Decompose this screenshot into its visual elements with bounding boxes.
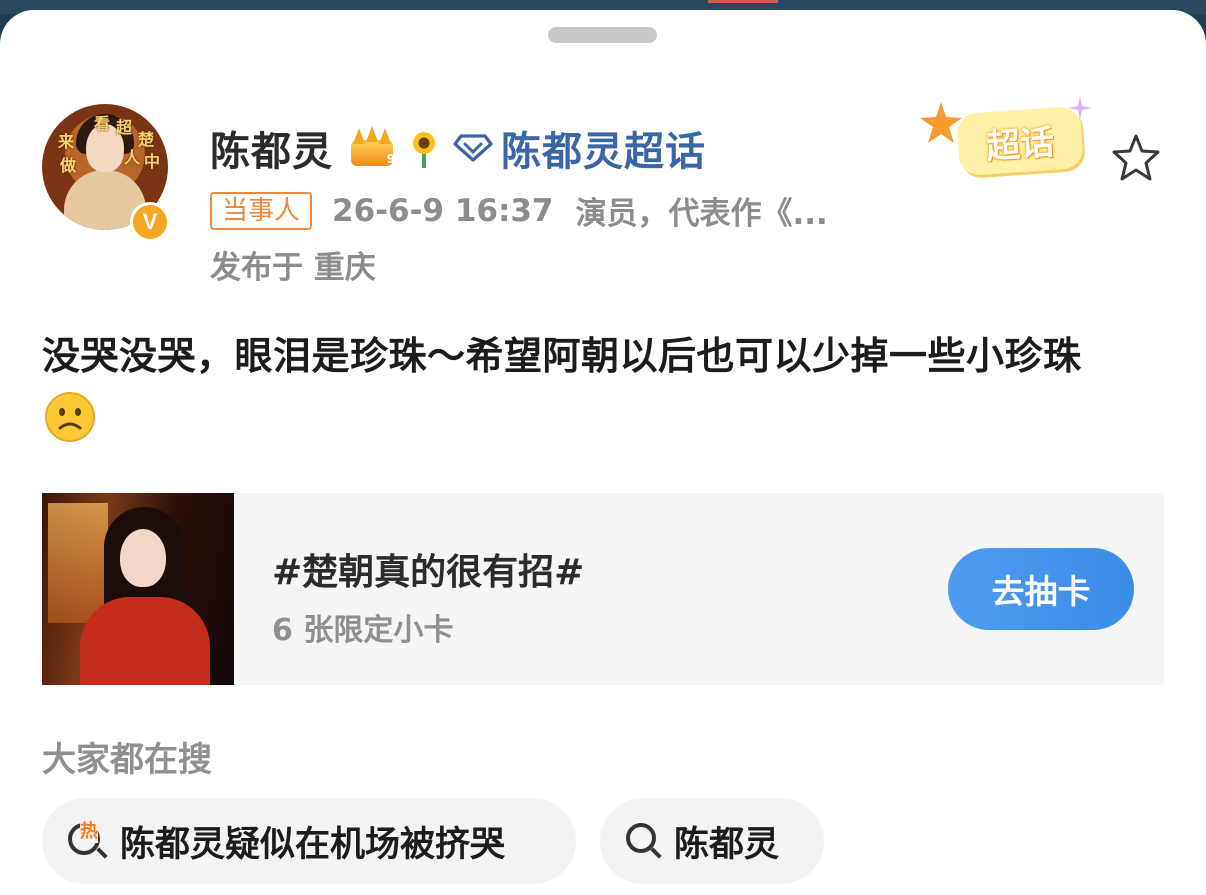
- avatar-glyph: 中: [144, 152, 161, 171]
- post-text: 没哭没哭，眼泪是珍珠～希望阿朝以后也可以少掉一些小珍珠: [42, 334, 1082, 378]
- drag-handle[interactable]: [548, 27, 657, 43]
- search-suggestion-chip[interactable]: 热 陈都灵疑似在机场被挤哭: [42, 798, 576, 884]
- supertopic-link[interactable]: 陈都灵超话: [501, 119, 706, 177]
- favorite-star-icon[interactable]: [1110, 132, 1162, 184]
- avatar-glyph: 来: [58, 132, 75, 151]
- promo-thumbnail: [42, 493, 234, 685]
- role-badge: 当事人: [210, 191, 313, 230]
- author-name-row: 陈都灵 9 陈都灵超话: [210, 118, 706, 178]
- thumbnail-face: [120, 529, 166, 587]
- avatar-glyph: 人: [124, 148, 141, 167]
- thumbnail-dress: [80, 597, 210, 685]
- draw-card-button[interactable]: 去抽卡: [948, 548, 1134, 630]
- crown-tip: [366, 126, 378, 142]
- search-icon: [624, 821, 664, 861]
- post-timestamp: 26-6-9 16:37: [332, 192, 554, 229]
- sunflower-icon[interactable]: [407, 128, 441, 168]
- promo-title: #楚朝真的很有招#: [272, 552, 585, 593]
- background-red-mark: [708, 0, 778, 3]
- author-bio[interactable]: 演员，代表作《...: [576, 188, 828, 233]
- post-location: 发布于 重庆: [210, 250, 376, 286]
- sunflower-head: [413, 132, 435, 154]
- search-handle: [650, 847, 662, 859]
- promo-card[interactable]: #楚朝真的很有招# 6 张限定小卡 去抽卡: [42, 493, 1164, 685]
- thumbnail-light: [48, 503, 108, 623]
- avatar-glyph: 看: [94, 114, 111, 133]
- search-suggestion-chip[interactable]: 陈都灵: [600, 798, 824, 884]
- crown-tip: [353, 128, 365, 144]
- frown-emoji-icon: [45, 392, 95, 442]
- suggestion-label: 陈都灵: [674, 824, 780, 865]
- suggestion-label: 陈都灵疑似在机场被挤哭: [120, 824, 506, 865]
- avatar-glyph: 楚: [138, 130, 155, 149]
- search-handle: [96, 847, 108, 859]
- trending-search-heading: 大家都在搜: [42, 740, 212, 780]
- verified-badge: V: [130, 202, 170, 242]
- avatar-glyph: 超: [116, 118, 133, 137]
- sunflower-stem: [422, 152, 426, 168]
- author-name[interactable]: 陈都灵: [210, 119, 333, 177]
- post-meta: 当事人 26-6-9 16:37 演员，代表作《...: [210, 188, 828, 233]
- post-sheet: 来 看 超 楚 做 人 中 V 陈都灵 9 陈都灵超话 当事人 26-6-9 1…: [0, 10, 1206, 895]
- hot-label: 热: [80, 817, 98, 843]
- hot-search-icon: 热: [66, 817, 110, 863]
- diamond-icon[interactable]: [453, 132, 493, 164]
- supertopic-sticker[interactable]: 超话: [918, 96, 1104, 194]
- promo-subtitle: 6 张限定小卡: [272, 613, 454, 648]
- avatar-glyph: 做: [60, 156, 77, 175]
- author-avatar[interactable]: 来 看 超 楚 做 人 中 V: [42, 104, 170, 242]
- crown-tip: [379, 128, 391, 144]
- crown-level: 9: [386, 152, 395, 166]
- sticker-label: 超话: [955, 105, 1085, 177]
- crown-icon[interactable]: 9: [347, 126, 397, 170]
